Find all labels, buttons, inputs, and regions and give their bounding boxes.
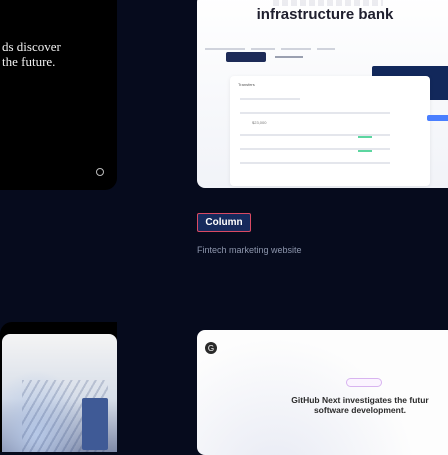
gallery-image [2, 334, 117, 452]
project-card-top-left[interactable]: ds discover the future. [0, 0, 117, 190]
project-card-bottom-left[interactable] [0, 322, 117, 452]
project-card-column-preview[interactable]: infrastructure bank Transfers $23,000 [197, 0, 448, 188]
preview-cta-button [226, 52, 266, 62]
project-card-github-next[interactable]: G GitHub Next investigates the futur sof… [197, 330, 448, 455]
panel-title: Transfers [238, 82, 255, 87]
panel-amount: $23,000 [252, 120, 267, 125]
article-heading: GitHub Next investigates the futur softw… [245, 395, 448, 415]
preview-dashboard-panel: Transfers $23,000 [230, 76, 430, 186]
brand-logo-icon [96, 168, 104, 176]
preview-blue-tag [427, 115, 448, 121]
project-caption: Fintech marketing website [197, 245, 302, 255]
github-logo-icon: G [205, 342, 217, 354]
preview-secondary-link [275, 56, 303, 58]
article-line-2: software development. [313, 405, 407, 415]
preview-nav [205, 40, 385, 50]
article-line-1: GitHub Next investigates the futur [291, 395, 429, 405]
headline-line-2: the future. [2, 54, 56, 69]
project-name-label[interactable]: Column [197, 213, 251, 232]
preview-tag-pill [346, 378, 382, 387]
headline-line-1: ds discover [2, 39, 61, 54]
preview-title: infrastructure bank [256, 6, 394, 23]
image-frame [82, 398, 108, 450]
card-headline: ds discover the future. [2, 39, 117, 69]
